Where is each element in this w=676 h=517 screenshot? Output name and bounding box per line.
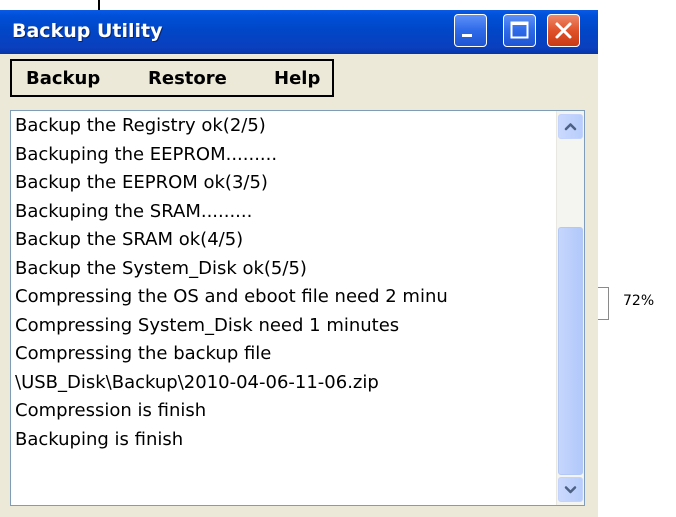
- window-title: Backup Utility: [12, 20, 163, 42]
- progress-indicator: 72%: [598, 286, 676, 321]
- log-lines: Backup the Registry ok(2/5) Backuping th…: [11, 112, 558, 454]
- scrollbar-thumb[interactable]: [558, 227, 583, 475]
- minimize-icon: [462, 34, 472, 37]
- log-line: Backup the EEPROM ok(3/5): [15, 172, 268, 193]
- menu-bar: Backup Restore Help: [10, 59, 334, 97]
- scroll-up-button[interactable]: [558, 114, 583, 139]
- log-line: Backuping is finish: [15, 428, 184, 450]
- progress-frame: [598, 287, 609, 320]
- menu-restore[interactable]: Restore: [148, 68, 227, 89]
- backup-utility-window: Backup Utility Backup Restore Help Backu…: [0, 10, 598, 517]
- vertical-scrollbar[interactable]: [556, 111, 584, 505]
- log-line: Backup the Registry ok(2/5): [15, 115, 266, 136]
- chevron-down-icon: [564, 486, 577, 494]
- log-listbox[interactable]: Backup the Registry ok(2/5) Backuping th…: [10, 110, 585, 506]
- minimize-button[interactable]: [454, 14, 487, 47]
- close-button[interactable]: [547, 14, 580, 47]
- close-icon: [555, 22, 572, 39]
- log-line: \USB_Disk\Backup\2010-04-06-11-06.zip: [15, 371, 379, 393]
- divider-line: [98, 0, 100, 10]
- maximize-button[interactable]: [503, 14, 536, 47]
- scroll-down-button[interactable]: [558, 477, 583, 502]
- log-line: Compressing System_Disk need 1 minutes: [15, 314, 400, 336]
- chevron-up-icon: [564, 123, 577, 131]
- status-area: [0, 506, 598, 517]
- log-line: Backuping the EEPROM.........: [15, 143, 278, 165]
- maximize-icon: [510, 21, 529, 39]
- log-line: Backuping the SRAM.........: [15, 200, 253, 222]
- progress-label: 72%: [623, 293, 655, 309]
- menu-backup[interactable]: Backup: [26, 68, 100, 89]
- title-bar[interactable]: Backup Utility: [0, 10, 598, 54]
- menu-help[interactable]: Help: [274, 68, 320, 89]
- log-line: Backup the System_Disk ok(5/5): [15, 257, 307, 279]
- log-line: Compression is finish: [15, 400, 207, 421]
- log-line: Compressing the backup file: [15, 343, 272, 364]
- log-line: Backup the SRAM ok(4/5): [15, 229, 244, 250]
- log-line: Compressing the OS and eboot file need 2…: [15, 286, 448, 307]
- screen: Backup Utility Backup Restore Help Backu…: [0, 0, 676, 517]
